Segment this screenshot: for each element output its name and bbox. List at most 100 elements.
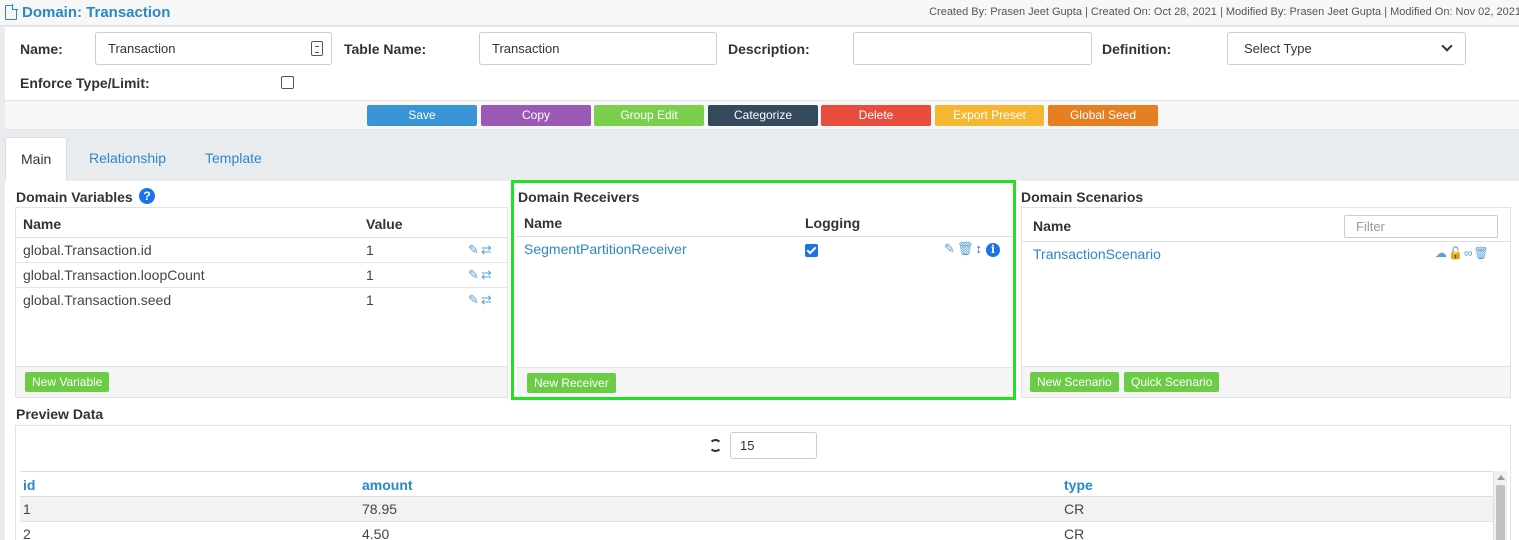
chevron-down-icon [1441,40,1453,52]
table-row[interactable]: global.Transaction.id 1 ✎⇄ [16,238,507,263]
trash-icon[interactable]: 🗑 [957,241,976,256]
save-button[interactable]: Save [367,105,477,126]
variable-name: global.Transaction.loopCount [23,267,205,283]
cloud-upload-icon[interactable]: ☁ [1435,246,1448,260]
variables-header: Name Value [16,208,507,238]
contact-card-icon[interactable] [311,41,323,56]
page-header: Domain: Transaction Created By: Prasen J… [0,0,1519,26]
swap-icon[interactable]: ⇄ [481,267,494,282]
swap-icon[interactable]: ⇄ [481,242,494,257]
scenarios-panel: Name Filter TransactionScenario ☁🔓∞🗑 New… [1021,207,1511,398]
receivers-footer: New Receiver [517,367,1012,398]
preview-table: id amount type 1 78.95 CR 2 4.50 CR [20,471,1493,540]
edit-icon[interactable]: ✎ [944,241,957,256]
name-label: Name: [20,41,63,57]
unlock-icon[interactable]: 🔓 [1448,246,1464,260]
logging-checkbox[interactable] [805,244,818,257]
main-content: Domain Variables ? Name Value global.Tra… [5,181,1519,540]
categorize-button[interactable]: Categorize [708,105,818,126]
table-name-input[interactable]: Transaction [479,32,717,65]
receiver-name-link[interactable]: SegmentPartitionReceiver [524,241,687,257]
group-edit-button[interactable]: Group Edit [594,105,704,126]
variables-footer: New Variable [16,366,507,397]
export-preset-button[interactable]: Export Preset [935,105,1044,126]
scroll-up-icon[interactable] [1497,475,1505,480]
variables-title: Domain Variables [16,189,133,205]
preview-col-amount[interactable]: amount [362,477,413,493]
info-icon[interactable]: i [986,243,1000,257]
new-variable-button[interactable]: New Variable [25,372,110,392]
tab-bar: Main Relationship Template [0,131,1519,181]
preview-cell: 1 [23,501,31,517]
preview-panel: 15 id amount type 1 78.95 CR 2 4.50 CR [15,425,1511,540]
scenario-filter-input[interactable]: Filter [1344,215,1498,238]
page-title: Domain: Transaction [22,4,171,21]
refresh-icon[interactable] [709,439,722,452]
preview-col-type[interactable]: type [1064,477,1093,493]
receivers-col-logging: Logging [805,215,861,231]
domain-form: Name: Transaction Table Name: Transactio… [5,27,1519,100]
table-row: 1 78.95 CR [20,497,1493,522]
new-scenario-button[interactable]: New Scenario [1030,372,1119,392]
variable-value: 1 [366,267,374,283]
tab-template[interactable]: Template [190,137,277,181]
quick-scenario-button[interactable]: Quick Scenario [1124,372,1220,392]
variable-value: 1 [366,292,374,308]
swap-icon[interactable]: ⇄ [481,292,494,307]
description-input[interactable] [853,32,1092,65]
trash-icon[interactable]: 🗑 [1474,246,1490,260]
variable-name: global.Transaction.id [23,242,152,258]
preview-scrollbar[interactable] [1493,471,1507,540]
variables-col-name: Name [23,216,62,232]
link-icon[interactable]: ∞ [1464,246,1474,260]
description-label: Description: [728,41,810,57]
preview-cell: 4.50 [362,526,390,540]
enforce-label: Enforce Type/Limit: [20,75,150,91]
definition-select[interactable]: Select Type [1227,32,1466,65]
table-row: 2 4.50 CR [20,522,1493,540]
preview-cell: CR [1064,501,1085,517]
enforce-checkbox[interactable] [281,76,294,89]
table-name-label: Table Name: [344,41,427,57]
preview-count-value: 15 [740,438,755,453]
variables-panel: Name Value global.Transaction.id 1 ✎⇄ gl… [15,207,508,398]
preview-header-row: id amount type [20,472,1493,497]
variable-name: global.Transaction.seed [23,292,172,308]
scenarios-footer: New Scenario Quick Scenario [1022,366,1510,397]
table-row[interactable]: TransactionScenario ☁🔓∞🗑 [1022,242,1510,267]
name-input[interactable]: Transaction [95,32,332,65]
edit-icon[interactable]: ✎ [468,242,481,257]
filter-placeholder: Filter [1356,219,1385,234]
scenario-name-link[interactable]: TransactionScenario [1033,246,1161,262]
receivers-panel: Name Logging SegmentPartitionReceiver ✎🗑… [517,207,1012,398]
edit-icon[interactable]: ✎ [468,267,481,282]
preview-cell: CR [1064,526,1085,540]
scenarios-col-name: Name [1033,218,1072,234]
table-row[interactable]: global.Transaction.seed 1 ✎⇄ [16,288,507,313]
copy-button[interactable]: Copy [481,105,591,126]
table-name-input-value: Transaction [492,41,560,56]
new-receiver-button[interactable]: New Receiver [527,373,616,393]
sort-icon[interactable]: ↕ [975,241,984,256]
preview-col-id[interactable]: id [23,477,35,493]
scenarios-title: Domain Scenarios [1021,189,1144,205]
name-input-value: Transaction [108,41,176,56]
delete-button[interactable]: Delete [821,105,931,126]
document-icon [5,4,18,20]
tab-relationship[interactable]: Relationship [74,137,181,181]
edit-icon[interactable]: ✎ [468,292,481,307]
scroll-thumb[interactable] [1496,485,1505,540]
table-row[interactable]: SegmentPartitionReceiver ✎🗑↕ i [517,237,1012,262]
help-icon[interactable]: ? [139,188,155,204]
variable-value: 1 [366,242,374,258]
definition-label: Definition: [1102,41,1172,57]
global-seed-button[interactable]: Global Seed [1048,105,1158,126]
definition-select-value: Select Type [1244,41,1312,56]
preview-count-input[interactable]: 15 [730,432,817,459]
tab-main[interactable]: Main [5,137,68,181]
action-toolbar: Save Copy Group Edit Categorize Delete E… [5,100,1519,130]
receivers-header: Name Logging [517,207,1012,237]
receivers-col-name: Name [524,215,563,231]
scenarios-header: Name Filter [1022,208,1510,242]
table-row[interactable]: global.Transaction.loopCount 1 ✎⇄ [16,263,507,288]
